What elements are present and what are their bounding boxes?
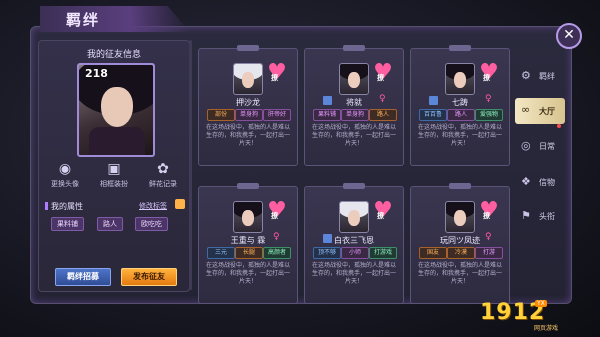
female-icon: ♀: [485, 94, 492, 104]
frame-dress-button[interactable]: ▣ 相框装扮: [94, 161, 134, 189]
heart-icon[interactable]: ♥ 撩: [265, 200, 289, 222]
female-icon: ♀: [485, 232, 492, 242]
profile-panel-title: 我的征友信息: [86, 50, 141, 60]
avatar: [233, 63, 263, 95]
frame-dress-label: 相框装扮: [100, 180, 128, 188]
tag: 部份: [207, 109, 235, 121]
player-card[interactable]: ♥ 撩 七踌 ♀ 百百鲁 路人 爱强物 在这场战役中，孤独的人是难以生存的，和我携…: [410, 45, 510, 166]
tag: 三元: [207, 247, 235, 259]
flag-icon: ⚑: [521, 209, 531, 222]
card-description: 在这场战役中，孤独的人是难以生存的，和我携手，一起打出一片天！: [205, 124, 290, 147]
heart-icon[interactable]: ♥ 撩: [371, 200, 395, 222]
recruit-button[interactable]: 羁绊招募: [55, 268, 111, 286]
player-name: 白衣三飞恩: [334, 236, 374, 245]
profile-panel: 我的征友信息 218 ◉ 更换头像 ▣ 相框装扮 ✿ 鲜花记录 我的属性 修改标…: [38, 40, 190, 292]
edit-tags-link[interactable]: 修改标签: [139, 201, 167, 211]
player-card[interactable]: ♥ 撩 押沙龙 部份 单身狗 肝帝好 在这场战役中，孤独的人是难以生存的，和我携手…: [198, 45, 298, 166]
scrollbar[interactable]: [189, 40, 192, 290]
attribute-tag: 果料铺: [51, 217, 84, 231]
nav-hall[interactable]: ∞ 大厅: [515, 98, 565, 124]
player-name: 七踌: [452, 98, 468, 107]
avatar: [339, 63, 369, 95]
tag: 百百鲁: [419, 109, 447, 121]
flower-record-label: 鲜花记录: [149, 180, 177, 188]
card-description: 在这场战役中，孤独的人是难以生存的，和我携手，一起打出一片天！: [205, 262, 290, 285]
tag: 果料铺: [313, 109, 341, 121]
female-icon: ♀: [273, 232, 280, 242]
frame-icon: ▣: [107, 161, 121, 177]
card-description: 在这场战役中，孤独的人是难以生存的，和我携手，一起打出一片天！: [417, 124, 502, 147]
notification-dot: [557, 124, 561, 128]
tag: 长腿: [235, 247, 263, 259]
nav-label: 羁绊: [539, 72, 555, 81]
camera-icon: ◉: [58, 161, 72, 177]
heart-icon[interactable]: ♥ 撩: [265, 62, 289, 84]
heart-icon[interactable]: ♥ 撩: [477, 62, 501, 84]
window-title: 羁绊: [66, 11, 101, 29]
attributes-heading: 我的属性: [45, 201, 83, 212]
nav-label: 头衔: [539, 212, 555, 221]
heart-icon[interactable]: ♥ 撩: [371, 62, 395, 84]
nav-label: 日常: [539, 142, 555, 151]
tag: 打游: [475, 247, 503, 259]
avatar: [445, 63, 475, 95]
close-icon: ✕: [563, 27, 575, 43]
close-button[interactable]: ✕: [556, 23, 582, 49]
female-icon: ♀: [379, 94, 386, 104]
change-avatar-button[interactable]: ◉ 更换头像: [45, 161, 85, 189]
player-card[interactable]: ♥ 撩 玩同ツ凤迹 ♀ 国友 冷漠 打游 在这场战役中，孤独的人是难以生存的，和我…: [410, 183, 510, 304]
gears-icon: ⚙: [521, 69, 531, 82]
tag: 肝帝好: [263, 109, 291, 121]
window-title-tab: 羁绊: [40, 6, 190, 32]
player-name: 王重与 霖: [230, 236, 266, 245]
avatar: [339, 201, 369, 233]
tag: 单身狗: [341, 109, 369, 121]
nav-daily[interactable]: ◎ 日常: [515, 136, 565, 158]
player-name: 押沙龙: [236, 98, 260, 107]
attribute-tag: 路人: [97, 217, 123, 231]
player-name: 玩同ツ凤迹: [440, 236, 480, 245]
player-card[interactable]: ♥ 撩 白衣三飞恩 顶不够 小师 打游戏 在这场战役中，孤独的人是难以生存的，和我…: [304, 183, 404, 304]
gift-icon: ❖: [521, 175, 531, 188]
card-description: 在这场战役中，孤独的人是难以生存的，和我携手，一起打出一片天！: [417, 262, 502, 285]
level-value: 218: [85, 67, 108, 80]
edit-icon[interactable]: [175, 199, 185, 209]
attribute-tag: 欧吃吃: [135, 217, 168, 231]
tag: 顶不够: [313, 247, 341, 259]
heart-icon[interactable]: ♥ 撩: [477, 200, 501, 222]
tag: 路人: [369, 109, 397, 121]
nav-title[interactable]: ⚑ 头衔: [515, 206, 565, 228]
flower-record-button[interactable]: ✿ 鲜花记录: [143, 161, 183, 189]
nav-bond[interactable]: ⚙ 羁绊: [515, 66, 565, 88]
tag: 单身狗: [235, 109, 263, 121]
tag: 小师: [341, 247, 369, 259]
change-avatar-label: 更换头像: [51, 180, 79, 188]
avatar[interactable]: 218: [77, 63, 155, 157]
watermark-badge: YX: [535, 300, 547, 307]
nav-label: 大厅: [539, 107, 555, 116]
player-card[interactable]: ♥ 撩 将就 ♀ 果料铺 单身狗 路人 在这场战役中，孤独的人是难以生存的，和我携…: [304, 45, 404, 166]
card-description: 在这场战役中，孤独的人是难以生存的，和我携手，一起打出一片天！: [311, 262, 396, 285]
card-description: 在这场战役中，孤独的人是难以生存的，和我携手，一起打出一片天！: [311, 124, 396, 147]
player-name: 将就: [346, 98, 362, 107]
publish-button[interactable]: 发布征友: [121, 268, 177, 286]
tag: 国友: [419, 247, 447, 259]
tag: 打游戏: [369, 247, 397, 259]
tag: 路人: [447, 109, 475, 121]
tag: 冷漠: [447, 247, 475, 259]
nav-token[interactable]: ❖ 信物: [515, 172, 565, 194]
tag: 高颜者: [263, 247, 291, 259]
link-icon: ∞: [521, 103, 531, 116]
player-card[interactable]: ♥ 撩 王重与 霖 ♀ 三元 长腿 高颜者 在这场战役中，孤独的人是难以生存的，和…: [198, 183, 298, 304]
avatar: [445, 201, 475, 233]
watermark-site: 网页游戏: [534, 325, 559, 332]
target-icon: ◎: [521, 139, 531, 152]
nav-label: 信物: [539, 178, 555, 187]
tag: 爱强物: [475, 109, 503, 121]
flower-icon: ✿: [157, 161, 169, 177]
avatar: [233, 201, 263, 233]
